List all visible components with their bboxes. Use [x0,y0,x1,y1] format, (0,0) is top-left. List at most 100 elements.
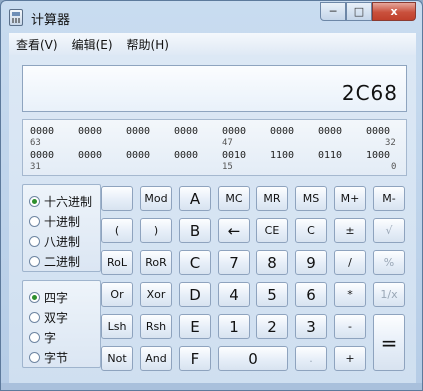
menu-edit[interactable]: 编辑(E) [65,36,120,53]
bit-group: 0000 [78,150,103,161]
blank-key [101,186,133,211]
menu-help[interactable]: 帮助(H) [120,36,176,53]
radio-button [29,195,40,207]
clear-entry-key[interactable]: CE [256,218,288,243]
close-button[interactable]: x [372,2,416,21]
radio-label: 二进制 [44,254,81,269]
divide-key[interactable]: / [334,250,366,275]
bit-group: 0000 [270,126,295,137]
display-value: 2C68 [341,81,398,105]
close-icon: x [390,5,398,18]
radio-button [29,255,40,267]
hex-d-key[interactable]: D [179,282,211,307]
title-bar[interactable]: 计算器 ─ □ x [1,1,422,33]
ror-key[interactable]: RoR [140,250,172,275]
word-size-group: 四字 双字 字 字节 [22,280,101,368]
or-key[interactable]: Or [101,282,133,307]
radio-qword[interactable]: 四字 [29,289,68,305]
bit-group: 0000 [174,126,199,137]
digit-1-key[interactable]: 1 [218,314,250,339]
bit-position-label: 63 [30,138,41,148]
sqrt-key[interactable]: √ [373,218,405,243]
mr-key[interactable]: MR [256,186,288,211]
hex-b-key[interactable]: B [179,218,211,243]
mc-key[interactable]: MC [218,186,250,211]
equals-key[interactable]: = [373,314,405,371]
menu-view[interactable]: 查看(V) [9,36,65,53]
reciprocal-key[interactable]: 1/x [373,282,405,307]
percent-key[interactable]: % [373,250,405,275]
radio-button [29,331,40,343]
negate-key[interactable]: ± [334,218,366,243]
radio-byte[interactable]: 字节 [29,349,68,365]
digit-0-key[interactable]: 0 [218,346,288,371]
bits-positions-lower: 31 15 0 [30,162,400,174]
hex-e-key[interactable]: E [179,314,211,339]
xor-key[interactable]: Xor [140,282,172,307]
radio-dword[interactable]: 双字 [29,309,68,325]
radio-hex[interactable]: 十六进制 [29,193,92,209]
and-key[interactable]: And [140,346,172,371]
radio-button [29,311,40,323]
bit-group: 0000 [30,150,55,161]
bit-position-label: 32 [385,138,396,148]
m-plus-key[interactable]: M+ [334,186,366,211]
radio-dec[interactable]: 十进制 [29,213,80,229]
backspace-key[interactable]: ← [218,218,250,243]
minimize-button[interactable]: ─ [320,2,346,21]
digit-7-key[interactable]: 7 [218,250,250,275]
digit-6-key[interactable]: 6 [295,282,327,307]
close-paren-key[interactable]: ) [140,218,172,243]
rol-key[interactable]: RoL [101,250,133,275]
multiply-key[interactable]: * [334,282,366,307]
radio-button [29,351,40,363]
minimize-icon: ─ [329,5,337,18]
bit-group: 0000 [366,126,391,137]
digit-8-key[interactable]: 8 [256,250,288,275]
mod-key[interactable]: Mod [140,186,172,211]
not-key[interactable]: Not [101,346,133,371]
digit-4-key[interactable]: 4 [218,282,250,307]
rsh-key[interactable]: Rsh [140,314,172,339]
open-paren-key[interactable]: ( [101,218,133,243]
ms-key[interactable]: MS [295,186,327,211]
digit-5-key[interactable]: 5 [256,282,288,307]
radio-button [29,215,40,227]
radio-label: 四字 [44,290,69,305]
bit-group: 1000 [366,150,391,161]
window-bottom-border [1,383,422,390]
result-display: 2C68 [22,65,407,112]
hex-a-key[interactable]: A [179,186,211,211]
radio-bin[interactable]: 二进制 [29,253,80,269]
lsh-key[interactable]: Lsh [101,314,133,339]
m-minus-key[interactable]: M- [373,186,405,211]
menu-bar: 查看(V) 编辑(E) 帮助(H) [9,33,416,55]
binary-bits-panel: 0000 0000 0000 0000 0000 0000 0000 0000 … [22,119,407,176]
window-controls: ─ □ x [320,2,416,21]
bit-position-label: 31 [30,162,41,172]
digit-9-key[interactable]: 9 [295,250,327,275]
hex-f-key[interactable]: F [179,346,211,371]
bit-group: 0000 [318,126,343,137]
maximize-button[interactable]: □ [346,2,372,21]
bit-group: 0110 [318,150,343,161]
radio-label: 双字 [44,310,69,325]
radio-oct[interactable]: 八进制 [29,233,80,249]
bit-group: 1100 [270,150,295,161]
radio-label: 字节 [44,350,69,365]
bit-group: 0000 [222,126,247,137]
radio-label: 字 [44,330,57,345]
radio-word[interactable]: 字 [29,329,56,345]
subtract-key[interactable]: - [334,314,366,339]
hex-c-key[interactable]: C [179,250,211,275]
bit-group: 0000 [126,126,151,137]
clear-key[interactable]: C [295,218,327,243]
digit-2-key[interactable]: 2 [256,314,288,339]
number-base-group: 十六进制 十进制 八进制 二进制 [22,184,101,272]
window-title: 计算器 [31,13,71,28]
radio-label: 十六进制 [44,194,93,209]
add-key[interactable]: + [334,346,366,371]
digit-3-key[interactable]: 3 [295,314,327,339]
calculator-app-icon [9,9,23,26]
decimal-key[interactable]: . [295,346,327,371]
